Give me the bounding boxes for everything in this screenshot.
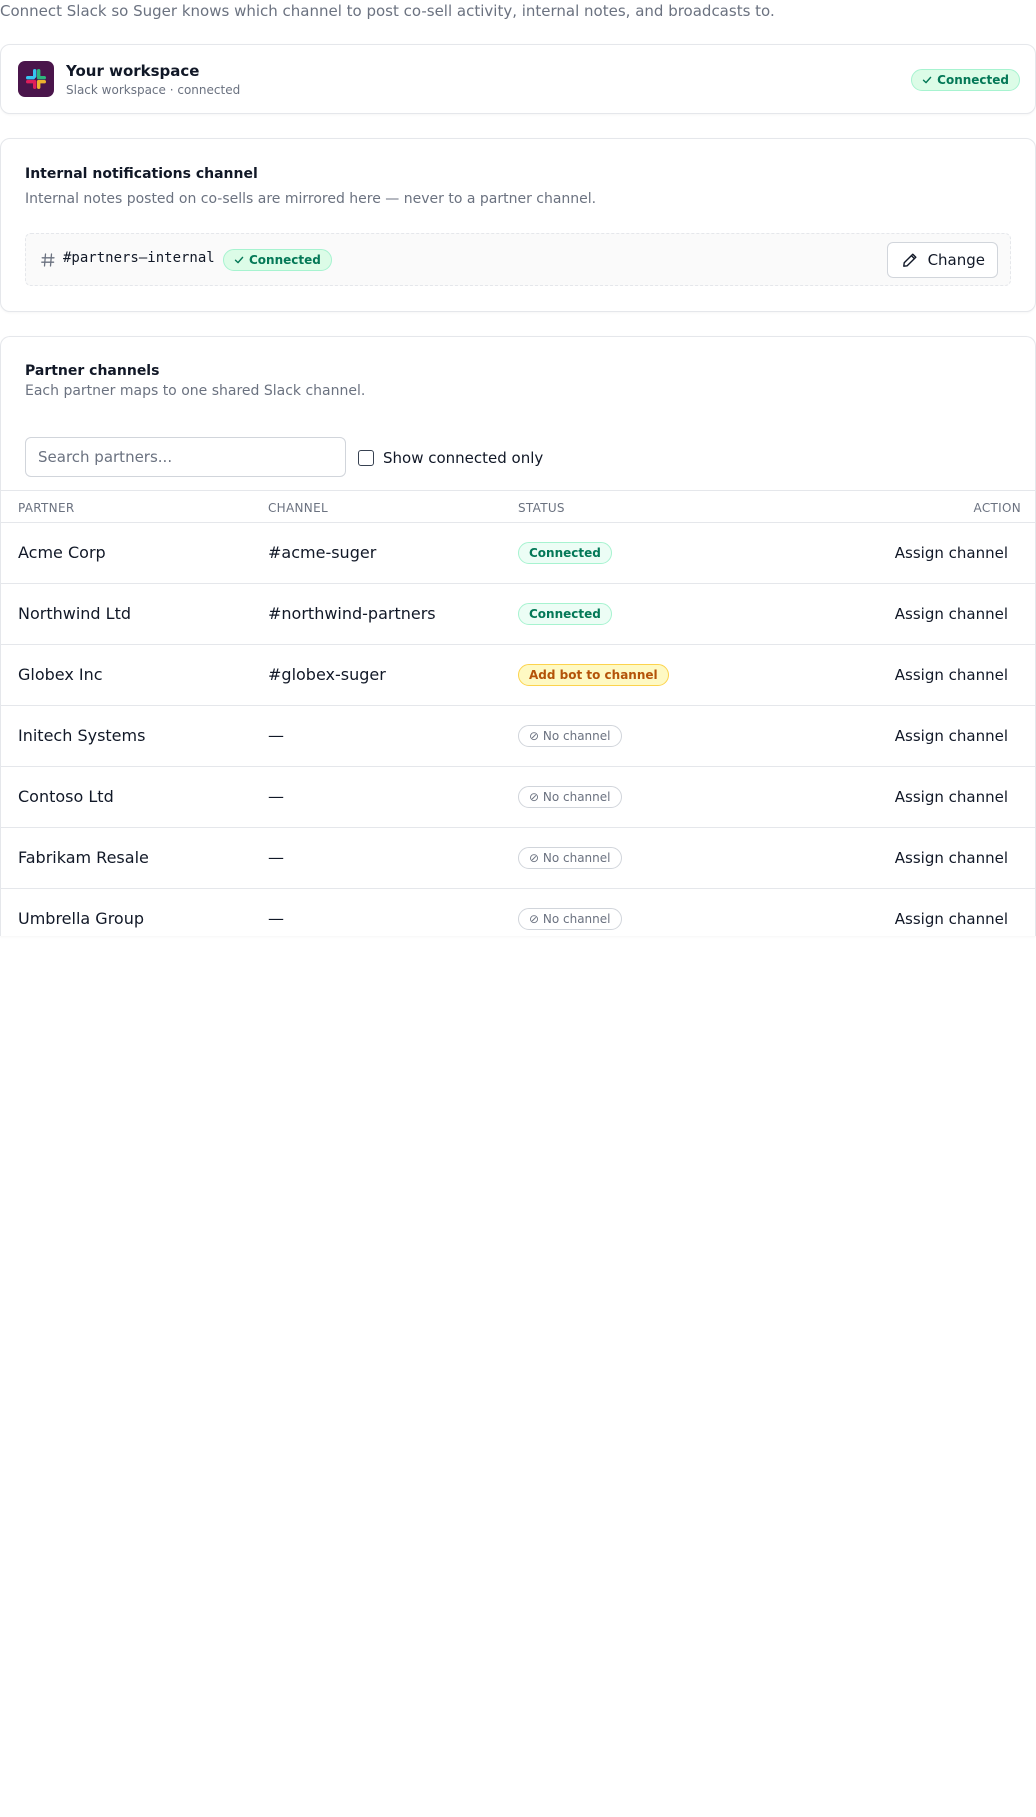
page-intro: Connect Slack so Suger knows which chann… (0, 2, 775, 20)
show-connected-only-checkbox[interactable] (358, 450, 374, 466)
channel-name: — (268, 726, 284, 745)
status-badge: Add bot to channel (518, 664, 669, 686)
internal-channel-title: Internal notifications channel (25, 166, 258, 182)
channel-name: — (268, 848, 284, 867)
table-row: Globex Inc #globex-suger Add bot to chan… (1, 645, 1035, 706)
table-row: Northwind Ltd #northwind-partners Connec… (1, 584, 1035, 645)
partner-name: Umbrella Group (18, 909, 145, 928)
search-partners-input[interactable] (25, 437, 346, 477)
column-header-status: STATUS (518, 501, 565, 515)
slack-logo-icon (18, 61, 54, 97)
internal-channel-box: #partners–internal Connected Change (25, 233, 1011, 286)
partner-name: Contoso Ltd (18, 787, 114, 806)
change-channel-label: Change (927, 251, 985, 269)
table-row: Initech Systems — ⊘ No channel Assign ch… (1, 706, 1035, 767)
workspace-subtitle: Slack workspace · connected (66, 83, 241, 97)
partner-name: Initech Systems (18, 726, 146, 745)
assign-channel-button[interactable]: Assign channel (895, 788, 1008, 806)
hash-icon (41, 253, 55, 267)
internal-channel-name: #partners–internal (63, 250, 215, 266)
status-badge: Connected (518, 542, 612, 564)
partner-name: Globex Inc (18, 665, 103, 684)
column-header-partner: PARTNER (18, 501, 75, 515)
internal-channel-status-label: Connected (249, 253, 321, 267)
change-channel-button[interactable]: Change (886, 242, 998, 278)
column-header-action: ACTION (973, 501, 1021, 515)
workspace-card: Your workspace Slack workspace · connect… (0, 44, 1036, 114)
status-badge: Connected (518, 603, 612, 625)
assign-channel-button[interactable]: Assign channel (895, 727, 1008, 745)
channel-name: — (268, 909, 284, 928)
partner-name: Acme Corp (18, 543, 106, 562)
check-icon (922, 76, 932, 84)
show-connected-only-label: Show connected only (383, 449, 544, 467)
table-row: Umbrella Group — ⊘ No channel Assign cha… (1, 889, 1035, 936)
show-connected-only-filter[interactable]: Show connected only (358, 449, 543, 467)
pencil-icon (902, 253, 917, 267)
partner-name: Fabrikam Resale (18, 848, 149, 867)
channel-name: #acme-suger (268, 543, 377, 562)
status-badge: ⊘ No channel (518, 786, 622, 808)
partner-channels-card: Partner channels Each partner maps to on… (0, 336, 1036, 936)
status-badge: ⊘ No channel (518, 725, 622, 747)
status-badge: ⊘ No channel (518, 908, 622, 930)
partner-channels-description: Each partner maps to one shared Slack ch… (25, 383, 366, 399)
check-icon (234, 256, 244, 264)
internal-channel-status-badge: Connected (223, 249, 332, 271)
table-row: Contoso Ltd — ⊘ No channel Assign channe… (1, 767, 1035, 828)
status-badge: ⊘ No channel (518, 847, 622, 869)
assign-channel-button[interactable]: Assign channel (895, 544, 1008, 562)
workspace-status-label: Connected (937, 73, 1009, 87)
internal-channel-card: Internal notifications channel Internal … (0, 138, 1036, 312)
workspace-title: Your workspace (66, 62, 200, 80)
channel-name: — (268, 787, 284, 806)
internal-channel-description: Internal notes posted on co-sells are mi… (25, 191, 597, 207)
assign-channel-button[interactable]: Assign channel (895, 849, 1008, 867)
assign-channel-button[interactable]: Assign channel (895, 605, 1008, 623)
assign-channel-button[interactable]: Assign channel (895, 666, 1008, 684)
partner-name: Northwind Ltd (18, 604, 132, 623)
channel-name: #globex-suger (268, 665, 386, 684)
table-row: Acme Corp #acme-suger Connected Assign c… (1, 523, 1035, 584)
partner-channels-title: Partner channels (25, 363, 160, 379)
workspace-status-badge: Connected (911, 69, 1020, 91)
table-header: PARTNER CHANNEL STATUS ACTION (1, 490, 1035, 523)
column-header-channel: CHANNEL (268, 501, 328, 515)
channel-name: #northwind-partners (268, 604, 436, 623)
table-row: Fabrikam Resale — ⊘ No channel Assign ch… (1, 828, 1035, 889)
assign-channel-button[interactable]: Assign channel (895, 910, 1008, 928)
